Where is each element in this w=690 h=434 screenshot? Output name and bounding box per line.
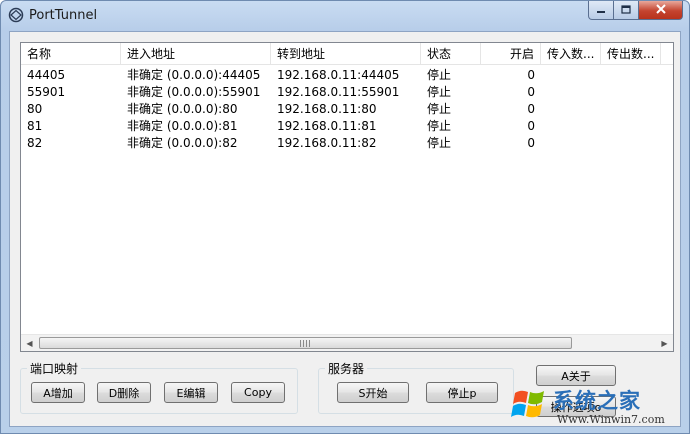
grip-icon <box>300 340 310 347</box>
column-header-name[interactable]: 名称 <box>21 43 121 65</box>
cell-name: 81 <box>27 119 43 133</box>
cell-enabled: 0 <box>527 119 535 133</box>
delete-button[interactable]: D删除 <box>97 382 151 403</box>
maximize-icon <box>621 3 631 17</box>
column-header-status[interactable]: 状态 <box>421 43 481 65</box>
app-window: PortTunnel 名称 进入地址 转到地址 状态 开启 传入数... 传出数… <box>0 0 690 434</box>
cell-out-address: 192.168.0.11:81 <box>277 119 377 133</box>
add-button[interactable]: A增加 <box>31 382 85 403</box>
cell-in-address: 非确定 (0.0.0.0):82 <box>127 136 238 150</box>
cell-status: 停止 <box>427 85 452 99</box>
table-row[interactable]: 82 非确定 (0.0.0.0):82 192.168.0.11:82 停止 0 <box>21 135 673 152</box>
cell-status: 停止 <box>427 119 452 133</box>
maximize-button[interactable] <box>614 1 639 20</box>
cell-in-address: 非确定 (0.0.0.0):80 <box>127 102 238 116</box>
close-button[interactable] <box>639 1 683 20</box>
scrollbar-thumb[interactable] <box>39 337 572 349</box>
minimize-button[interactable] <box>588 1 614 20</box>
cell-name: 55901 <box>27 85 66 99</box>
server-group: 服务器 S开始 停止p <box>318 360 514 414</box>
scroll-left-button[interactable]: ◀ <box>21 335 38 351</box>
horizontal-scrollbar[interactable]: ◀ ▶ <box>21 334 673 351</box>
watermark-text: 系统之家 <box>553 389 641 413</box>
arrow-right-icon: ▶ <box>661 338 668 348</box>
cell-out-address: 192.168.0.11:82 <box>277 136 377 150</box>
cell-enabled: 0 <box>527 102 535 116</box>
cell-name: 44405 <box>27 68 66 82</box>
windows-logo-icon <box>509 383 551 425</box>
list-body: 44405 非确定 (0.0.0.0):44405 192.168.0.11:4… <box>21 67 673 152</box>
arrow-left-icon: ◀ <box>26 338 33 348</box>
cell-out-address: 192.168.0.11:80 <box>277 102 377 116</box>
column-header-out-address[interactable]: 转到地址 <box>271 43 421 65</box>
table-row[interactable]: 55901 非确定 (0.0.0.0):55901 192.168.0.11:5… <box>21 84 673 101</box>
cell-enabled: 0 <box>527 85 535 99</box>
start-button[interactable]: S开始 <box>337 382 409 403</box>
window-title: PortTunnel <box>29 8 98 23</box>
cell-out-address: 192.168.0.11:55901 <box>277 85 400 99</box>
column-header-enabled[interactable]: 开启 <box>481 43 541 65</box>
cell-name: 80 <box>27 102 43 116</box>
cell-in-address: 非确定 (0.0.0.0):44405 <box>127 68 261 82</box>
cell-in-address: 非确定 (0.0.0.0):55901 <box>127 85 261 99</box>
port-mapping-list[interactable]: 名称 进入地址 转到地址 状态 开启 传入数... 传出数... 44405 非… <box>20 42 674 352</box>
table-row[interactable]: 80 非确定 (0.0.0.0):80 192.168.0.11:80 停止 0 <box>21 101 673 118</box>
minimize-icon <box>596 3 606 17</box>
cell-status: 停止 <box>427 102 452 116</box>
cell-enabled: 0 <box>527 136 535 150</box>
cell-status: 停止 <box>427 136 452 150</box>
column-header-in-address[interactable]: 进入地址 <box>121 43 271 65</box>
server-group-label: 服务器 <box>325 360 368 377</box>
copy-button[interactable]: Copy <box>231 382 285 403</box>
cell-in-address: 非确定 (0.0.0.0):81 <box>127 119 238 133</box>
port-mapping-group: 端口映射 A增加 D删除 E编辑 Copy <box>20 360 298 414</box>
client-area: 名称 进入地址 转到地址 状态 开启 传入数... 传出数... 44405 非… <box>9 31 681 427</box>
watermark: 系统之家 Www.Winwin7.com <box>509 381 689 433</box>
table-row[interactable]: 81 非确定 (0.0.0.0):81 192.168.0.11:81 停止 0 <box>21 118 673 135</box>
cell-out-address: 192.168.0.11:44405 <box>277 68 400 82</box>
close-icon <box>655 3 667 17</box>
watermark-url: Www.Winwin7.com <box>557 413 665 426</box>
cell-enabled: 0 <box>527 68 535 82</box>
column-header-bytes-out[interactable]: 传出数... <box>601 43 661 65</box>
list-header: 名称 进入地址 转到地址 状态 开启 传入数... 传出数... <box>21 43 673 65</box>
caption-buttons <box>588 1 683 21</box>
port-mapping-group-label: 端口映射 <box>27 360 82 377</box>
title-bar[interactable]: PortTunnel <box>1 1 689 31</box>
stop-button[interactable]: 停止p <box>426 382 498 403</box>
cell-status: 停止 <box>427 68 452 82</box>
table-row[interactable]: 44405 非确定 (0.0.0.0):44405 192.168.0.11:4… <box>21 67 673 84</box>
scroll-right-button[interactable]: ▶ <box>656 335 673 351</box>
column-header-bytes-in[interactable]: 传入数... <box>541 43 601 65</box>
app-tunnel-icon <box>8 7 24 23</box>
edit-button[interactable]: E编辑 <box>164 382 218 403</box>
cell-name: 82 <box>27 136 43 150</box>
